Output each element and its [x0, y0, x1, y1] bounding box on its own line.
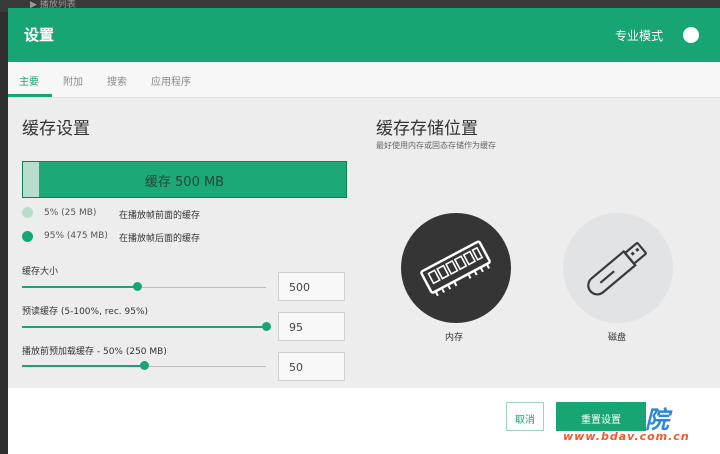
usb-drive-icon [587, 242, 647, 296]
dialog-title: 设置 [24, 26, 55, 44]
tab-main[interactable]: 主要 [19, 73, 39, 88]
watermark: 院 www.bdav.com.cn [545, 394, 720, 454]
dialog-header: 设置 专业模式 [8, 8, 720, 62]
read-ahead-slider-fill [22, 326, 266, 328]
storage-option-memory[interactable] [401, 213, 511, 323]
read-ahead-label: 预读缓存 (5-100%, rec. 95%) [22, 307, 149, 317]
preload-slider-fill [22, 365, 144, 367]
legend-dot-back [22, 231, 33, 242]
cache-bar-label: 缓存 500 MB [144, 175, 225, 190]
tab-bar: 主要 附加 搜索 应用程序 [8, 62, 720, 98]
cache-size-label: 缓存大小 [22, 267, 59, 277]
legend-dot-front [22, 207, 33, 218]
storage-memory-label: 内存 [445, 333, 464, 343]
legend-front-pct: 5% (25 MB) [44, 208, 97, 218]
read-ahead-input[interactable]: 95 [278, 312, 345, 341]
legend-back-pct: 95% (475 MB) [44, 231, 108, 241]
preload-input[interactable]: 50 [278, 352, 345, 381]
tab-search[interactable]: 搜索 [107, 73, 127, 88]
preload-label: 播放前预加载缓存 - 50% (250 MB) [22, 347, 167, 357]
active-tab-indicator [8, 94, 52, 97]
memory-icon [420, 240, 491, 297]
storage-disk-label: 磁盘 [608, 333, 627, 343]
storage-subtitle: 最好使用内存或固态存储作为缓存 [376, 141, 496, 150]
storage-option-disk[interactable] [563, 213, 673, 323]
cache-size-input[interactable]: 500 [278, 272, 345, 301]
legend-back-desc: 在播放帧后面的缓存 [119, 234, 201, 244]
cache-settings-title: 缓存设置 [22, 119, 90, 139]
tab-apps[interactable]: 应用程序 [151, 73, 191, 88]
cache-size-slider-thumb[interactable] [133, 282, 142, 291]
cancel-button[interactable]: 取消 [506, 402, 544, 431]
expert-mode-toggle[interactable] [683, 27, 699, 43]
cache-bar: 缓存 500 MB [22, 161, 347, 198]
watermark-url: www.bdav.com.cn [563, 430, 690, 443]
tab-extra[interactable]: 附加 [63, 73, 83, 88]
expert-mode-label: 专业模式 [615, 29, 664, 43]
storage-title: 缓存存储位置 [376, 119, 478, 139]
cache-size-slider-fill [22, 286, 137, 288]
settings-content: 缓存设置 缓存 500 MB 5% (25 MB) 在播放帧前面的缓存 95% … [8, 98, 720, 388]
read-ahead-slider-thumb[interactable] [262, 322, 271, 331]
preload-slider-thumb[interactable] [140, 361, 149, 370]
legend-front-desc: 在播放帧前面的缓存 [119, 211, 201, 221]
settings-dialog: 设置 专业模式 主要 附加 搜索 应用程序 缓存设置 缓存 500 MB 5% … [8, 8, 720, 454]
